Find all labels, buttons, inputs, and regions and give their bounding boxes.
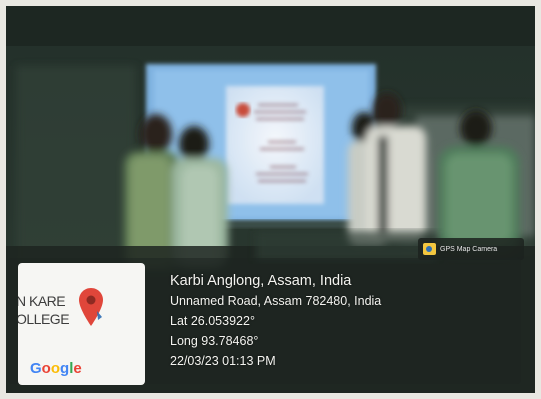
location-longitude: Long 93.78468° xyxy=(170,334,259,348)
location-title: Karbi Anglong, Assam, India xyxy=(170,273,352,289)
location-datetime: 22/03/23 01:13 PM xyxy=(170,354,276,368)
location-address: Unnamed Road, Assam 782480, India xyxy=(170,294,382,308)
camera-icon xyxy=(423,243,436,255)
google-logo: Google xyxy=(30,360,82,377)
gps-map-camera-badge: GPS Map Camera xyxy=(418,238,524,260)
map-thumbnail[interactable]: N KARE OLLEGE Google xyxy=(18,263,145,385)
gps-badge-label: GPS Map Camera xyxy=(440,245,498,253)
map-pin-icon xyxy=(79,288,103,326)
location-latitude: Lat 26.053922° xyxy=(170,314,255,328)
location-info: Karbi Anglong, Assam, India Unnamed Road… xyxy=(170,271,381,371)
